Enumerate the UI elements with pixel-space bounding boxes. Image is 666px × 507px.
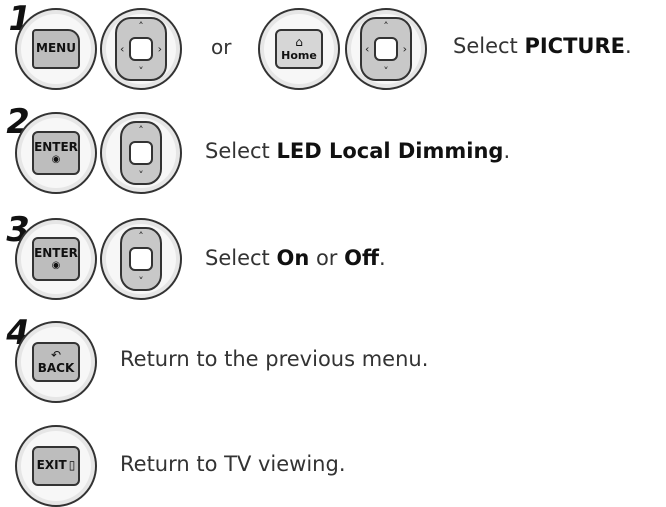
up-arrow-icon: ˄ [383,20,389,33]
nav-pad-vertical[interactable]: ˄ ˅ [120,227,162,291]
enter-key[interactable]: ENTER ◉ [32,131,80,175]
step-3-mid: or [309,246,345,270]
enter-button-circle-3: ENTER ◉ [15,218,97,300]
home-key-label: Home [281,48,317,62]
nav-pad-vertical[interactable]: ˄ ˅ [120,121,162,185]
enter-key[interactable]: ENTER ◉ [32,237,80,281]
step-3-prefix: Select [205,246,277,270]
exit-key-label: EXIT [36,458,67,473]
step-3-suffix: . [379,246,386,270]
or-text: or [211,35,232,59]
step-2-bold: LED Local Dimming [276,139,504,163]
step-5-instruction: Return to TV viewing. [120,452,346,476]
ok-center-button[interactable] [129,247,153,271]
down-arrow-icon: ˅ [138,65,144,78]
back-button-circle: ↶ BACK [15,321,97,403]
step-1-suffix: . [624,34,632,58]
step-2-prefix: Select [205,139,277,163]
step-1-prefix: Select [453,34,525,58]
down-arrow-icon: ˅ [383,65,389,78]
home-button-circle: ⌂ Home [258,8,340,90]
down-arrow-icon: ˅ [138,169,144,182]
nav-pad[interactable]: ˄ ˅ ‹ › [115,17,167,81]
up-arrow-icon: ˄ [138,20,144,33]
enter-key-label: ENTER [34,139,78,154]
enter-dot-icon: ◉ [51,154,61,166]
back-key[interactable]: ↶ BACK [32,342,80,382]
step-2-suffix: . [503,139,511,163]
exit-key[interactable]: EXIT ▯ [32,446,80,486]
nav-circle-2: ˄ ˅ [100,112,182,194]
back-key-label: BACK [37,361,75,375]
left-arrow-icon: ‹ [365,42,370,56]
menu-button-circle: MENU [15,8,97,90]
down-arrow-icon: ˅ [138,275,144,288]
step-1-bold: PICTURE [524,34,625,58]
nav-pad[interactable]: ˄ ˅ ‹ › [360,17,412,81]
enter-button-circle-2: ENTER ◉ [15,112,97,194]
step-1-instruction: Select PICTURE. [453,34,632,58]
ok-center-button[interactable] [374,37,398,61]
right-arrow-icon: › [402,42,407,56]
menu-key-label: MENU [36,41,76,56]
enter-key-label: ENTER [34,245,78,260]
ok-center-button[interactable] [129,37,153,61]
step-3-bold-off: Off [344,246,379,270]
nav-circle-3: ˄ ˅ [100,218,182,300]
left-arrow-icon: ‹ [120,42,125,56]
step-4-instruction: Return to the previous menu. [120,347,429,371]
home-icon: ⌂ [295,35,303,50]
home-key[interactable]: ⌂ Home [275,29,323,69]
right-arrow-icon: › [157,42,162,56]
enter-dot-icon: ◉ [51,260,61,272]
step-3-bold-on: On [276,246,310,270]
up-arrow-icon: ˄ [138,230,144,243]
nav-circle-1b: ˄ ˅ ‹ › [345,8,427,90]
step-3-instruction: Select On or Off. [205,246,386,270]
nav-circle-1: ˄ ˅ ‹ › [100,8,182,90]
ok-center-button[interactable] [129,141,153,165]
menu-key[interactable]: MENU [32,29,80,69]
exit-button-circle: EXIT ▯ [15,425,97,507]
exit-icon: ▯ [68,458,76,473]
step-2-instruction: Select LED Local Dimming. [205,139,510,163]
up-arrow-icon: ˄ [138,124,144,137]
